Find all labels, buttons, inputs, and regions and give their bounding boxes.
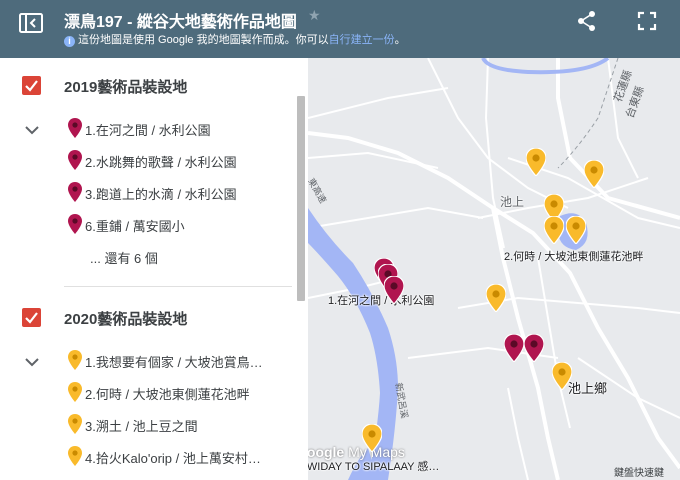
red-pin-icon: [68, 214, 82, 234]
yellow-pin-icon[interactable]: [362, 424, 382, 452]
divider: [64, 286, 292, 287]
create-own-link[interactable]: 自行建立一份: [329, 34, 395, 46]
yellow-pin-icon: [68, 446, 82, 466]
list-item-label: 4.拾火Kalo'orip / 池上萬安村…: [85, 451, 261, 466]
layer-2019-header[interactable]: 2019藝術品裝設地: [0, 66, 296, 106]
red-pin-icon: [68, 150, 82, 170]
map-header: 漂鳥197 - 縱谷大地藝術作品地圖 ★ i 這份地圖是使用 Google 我的地…: [0, 0, 680, 58]
list-item[interactable]: 2.水跳舞的歌聲 / 水利公園: [66, 148, 292, 174]
list-item[interactable]: 3.溯土 / 池上豆之間: [66, 412, 292, 438]
layer-2020-title: 2020藝術品裝設地: [64, 311, 188, 328]
yellow-pin-icon[interactable]: [486, 284, 506, 312]
show-more-link[interactable]: ... 還有 6 個: [90, 248, 158, 267]
list-item-label: 6.重鋪 / 萬安國小: [85, 219, 185, 234]
subtitle-end: 。: [394, 34, 406, 46]
red-pin-icon: [68, 118, 82, 138]
legend-panel: 2019藝術品裝設地 1.在河之間 / 水利公園 2.水跳舞的歌聲 / 水利公園…: [0, 58, 308, 480]
list-item[interactable]: 4.拾火Kalo'orip / 池上萬安村…: [66, 444, 292, 470]
red-pin-icon: [68, 182, 82, 202]
sidebar-toggle-icon[interactable]: [18, 12, 44, 34]
map-title: 漂鳥197 - 縱谷大地藝術作品地圖: [64, 14, 297, 31]
list-item[interactable]: 1.我想要有個家 / 大坡池賞鳥…: [66, 348, 292, 374]
list-item-label: 1.在河之間 / 水利公園: [85, 123, 211, 138]
subtitle-text: 這份地圖是使用 Google 我的地圖製作而成。你可以: [78, 34, 329, 46]
map-label-chishang-township: 池上鄉: [568, 381, 608, 396]
list-item[interactable]: 1.在河之間 / 水利公園: [66, 116, 292, 142]
yellow-pin-icon[interactable]: [526, 148, 546, 176]
map-label-chishang: 池上: [500, 195, 525, 209]
layer-2019-title: 2019藝術品裝設地: [64, 79, 188, 96]
list-item[interactable]: 3.跑道上的水滴 / 水利公園: [66, 180, 292, 206]
layer-2020-checkbox[interactable]: [22, 308, 41, 327]
yellow-pin-icon[interactable]: [584, 160, 604, 188]
red-pin-icon[interactable]: [504, 334, 524, 362]
fullscreen-icon[interactable]: [636, 10, 658, 32]
map-label-artwork-awiday: AWIDAY TO SIPALAAY 感…: [308, 461, 440, 473]
chevron-down-icon[interactable]: [24, 122, 40, 135]
star-icon[interactable]: ★: [308, 7, 321, 24]
map-label-artwork-2: 2.何時 / 大坡池東側蓮花池畔: [504, 251, 644, 263]
list-item-label: 3.溯土 / 池上豆之間: [85, 419, 198, 434]
map-subtitle: i 這份地圖是使用 Google 我的地圖製作而成。你可以自行建立一份。: [64, 31, 406, 47]
list-item[interactable]: 2.何時 / 大坡池東側蓮花池畔: [66, 380, 292, 406]
map-label-artwork-1: 1.在河之間 / 水利公園: [328, 295, 435, 307]
logo-google-text: Google: [308, 444, 345, 460]
chevron-down-icon[interactable]: [24, 354, 40, 367]
list-item-label: 1.我想要有個家 / 大坡池賞鳥…: [85, 355, 263, 370]
list-item-label: 3.跑道上的水滴 / 水利公園: [85, 187, 237, 202]
red-pin-icon[interactable]: [384, 276, 404, 304]
yellow-pin-icon: [68, 382, 82, 402]
sidebar-scrollbar[interactable]: [297, 96, 305, 301]
google-mymaps-logo: Google My Maps: [308, 444, 405, 460]
map-background: [308, 58, 680, 480]
yellow-pin-icon[interactable]: [544, 216, 564, 244]
layer-2020-header[interactable]: 2020藝術品裝設地: [0, 298, 296, 338]
map-canvas[interactable]: 池上 池上鄉 1.在河之間 / 水利公園 2.何時 / 大坡池東側蓮花池畔 AW…: [308, 58, 680, 480]
list-item-label: 2.水跳舞的歌聲 / 水利公園: [85, 155, 237, 170]
yellow-pin-icon: [68, 350, 82, 370]
share-icon[interactable]: [576, 10, 598, 32]
info-icon: i: [64, 36, 75, 47]
red-pin-icon[interactable]: [524, 334, 544, 362]
list-item-label: 2.何時 / 大坡池東側蓮花池畔: [85, 387, 250, 402]
yellow-pin-icon[interactable]: [566, 216, 586, 244]
keyboard-shortcuts-link[interactable]: 鍵盤快速鍵: [614, 464, 664, 479]
list-item[interactable]: 6.重鋪 / 萬安國小: [66, 212, 292, 238]
yellow-pin-icon: [68, 414, 82, 434]
yellow-pin-icon[interactable]: [552, 362, 572, 390]
layer-2019-checkbox[interactable]: [22, 76, 41, 95]
